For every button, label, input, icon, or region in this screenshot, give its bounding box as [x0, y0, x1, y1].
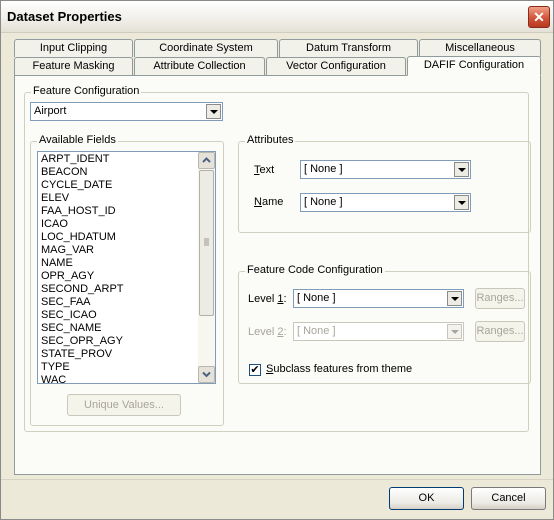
list-item[interactable]: ELEV: [41, 192, 196, 205]
list-item[interactable]: SEC_OPR_AGY: [41, 335, 196, 348]
footer-separator: [1, 479, 553, 480]
name-label: Name: [254, 196, 284, 208]
list-scrollbar[interactable]: [198, 152, 215, 383]
list-item[interactable]: NAME: [41, 257, 196, 270]
list-item[interactable]: ICAO: [41, 218, 196, 231]
text-label: Text: [254, 164, 275, 176]
tab-vector-configuration[interactable]: Vector Configuration: [266, 57, 406, 75]
name-attribute-value: [ None ]: [304, 196, 343, 208]
list-item[interactable]: WAC: [41, 374, 196, 387]
list-item[interactable]: SEC_ICAO: [41, 309, 196, 322]
chevron-down-icon[interactable]: [447, 324, 462, 339]
tab-dafif-configuration[interactable]: DAFIF Configuration: [407, 56, 541, 76]
grip-icon: [204, 238, 209, 246]
level1-ranges-button[interactable]: Ranges...: [475, 288, 525, 309]
subclass-label[interactable]: Subclass features from theme: [266, 363, 412, 375]
scroll-thumb[interactable]: [199, 170, 214, 316]
attributes-group: Attributes: [238, 134, 531, 233]
list-item[interactable]: ARPT_IDENT: [41, 153, 196, 166]
list-item[interactable]: SECOND_ARPT: [41, 283, 196, 296]
level1-value: [ None ]: [297, 292, 336, 304]
unique-values-button[interactable]: Unique Values...: [67, 394, 181, 416]
list-item[interactable]: BEACON: [41, 166, 196, 179]
text-attribute-value: [ None ]: [304, 163, 343, 175]
level2-ranges-button[interactable]: Ranges...: [475, 321, 525, 342]
level1-select[interactable]: [ None ]: [293, 289, 464, 308]
cancel-button[interactable]: Cancel: [471, 487, 546, 510]
window-title: Dataset Properties: [7, 9, 122, 24]
ok-button[interactable]: OK: [389, 487, 464, 510]
attributes-label: Attributes: [245, 134, 296, 146]
chevron-down-icon[interactable]: [454, 195, 469, 210]
level2-value: [ None ]: [297, 325, 336, 337]
chevron-down-icon[interactable]: [447, 291, 462, 306]
level1-label: Level 1:: [248, 293, 287, 305]
tab-miscellaneous[interactable]: Miscellaneous: [419, 39, 541, 57]
tab-feature-masking[interactable]: Feature Masking: [14, 57, 133, 75]
list-item[interactable]: SEC_NAME: [41, 322, 196, 335]
scroll-down-button[interactable]: [198, 366, 215, 383]
list-item[interactable]: TYPE: [41, 361, 196, 374]
chevron-down-icon[interactable]: [206, 104, 221, 119]
subclass-checkbox[interactable]: ✔: [249, 364, 261, 376]
close-icon[interactable]: ✕: [528, 6, 550, 28]
list-item[interactable]: OPR_AGY: [41, 270, 196, 283]
tab-attribute-collection[interactable]: Attribute Collection: [134, 57, 265, 75]
name-attribute-select[interactable]: [ None ]: [300, 193, 471, 212]
tab-coordinate-system[interactable]: Coordinate System: [134, 39, 278, 57]
dialog-window: Dataset Properties ✕ Input Clipping Coor…: [0, 0, 554, 520]
list-item[interactable]: SEC_FAA: [41, 296, 196, 309]
scroll-up-button[interactable]: [198, 152, 215, 169]
chevron-down-icon: [202, 371, 211, 378]
available-fields-label: Available Fields: [37, 134, 118, 146]
level2-select[interactable]: [ None ]: [293, 322, 464, 341]
feature-configuration-select[interactable]: Airport: [30, 102, 223, 121]
title-bar[interactable]: Dataset Properties ✕: [1, 1, 553, 33]
level2-label: Level 2:: [248, 326, 287, 338]
chevron-down-icon[interactable]: [454, 162, 469, 177]
available-fields-items: ARPT_IDENT BEACON CYCLE_DATE ELEV FAA_HOST_I…: [41, 153, 196, 387]
feature-configuration-label: Feature Configuration: [31, 85, 142, 97]
list-item[interactable]: STATE_PROV: [41, 348, 196, 361]
list-item[interactable]: CYCLE_DATE: [41, 179, 196, 192]
list-item[interactable]: MAG_VAR: [41, 244, 196, 257]
tab-input-clipping[interactable]: Input Clipping: [14, 39, 133, 57]
tab-datum-transform[interactable]: Datum Transform: [279, 39, 418, 57]
feature-code-label: Feature Code Configuration: [245, 264, 385, 276]
list-item[interactable]: FAA_HOST_ID: [41, 205, 196, 218]
text-attribute-select[interactable]: [ None ]: [300, 160, 471, 179]
available-fields-list[interactable]: ARPT_IDENT BEACON CYCLE_DATE ELEV FAA_HOST_I…: [37, 151, 216, 387]
chevron-up-icon: [202, 157, 211, 163]
list-item[interactable]: LOC_HDATUM: [41, 231, 196, 244]
feature-configuration-value: Airport: [34, 105, 67, 117]
